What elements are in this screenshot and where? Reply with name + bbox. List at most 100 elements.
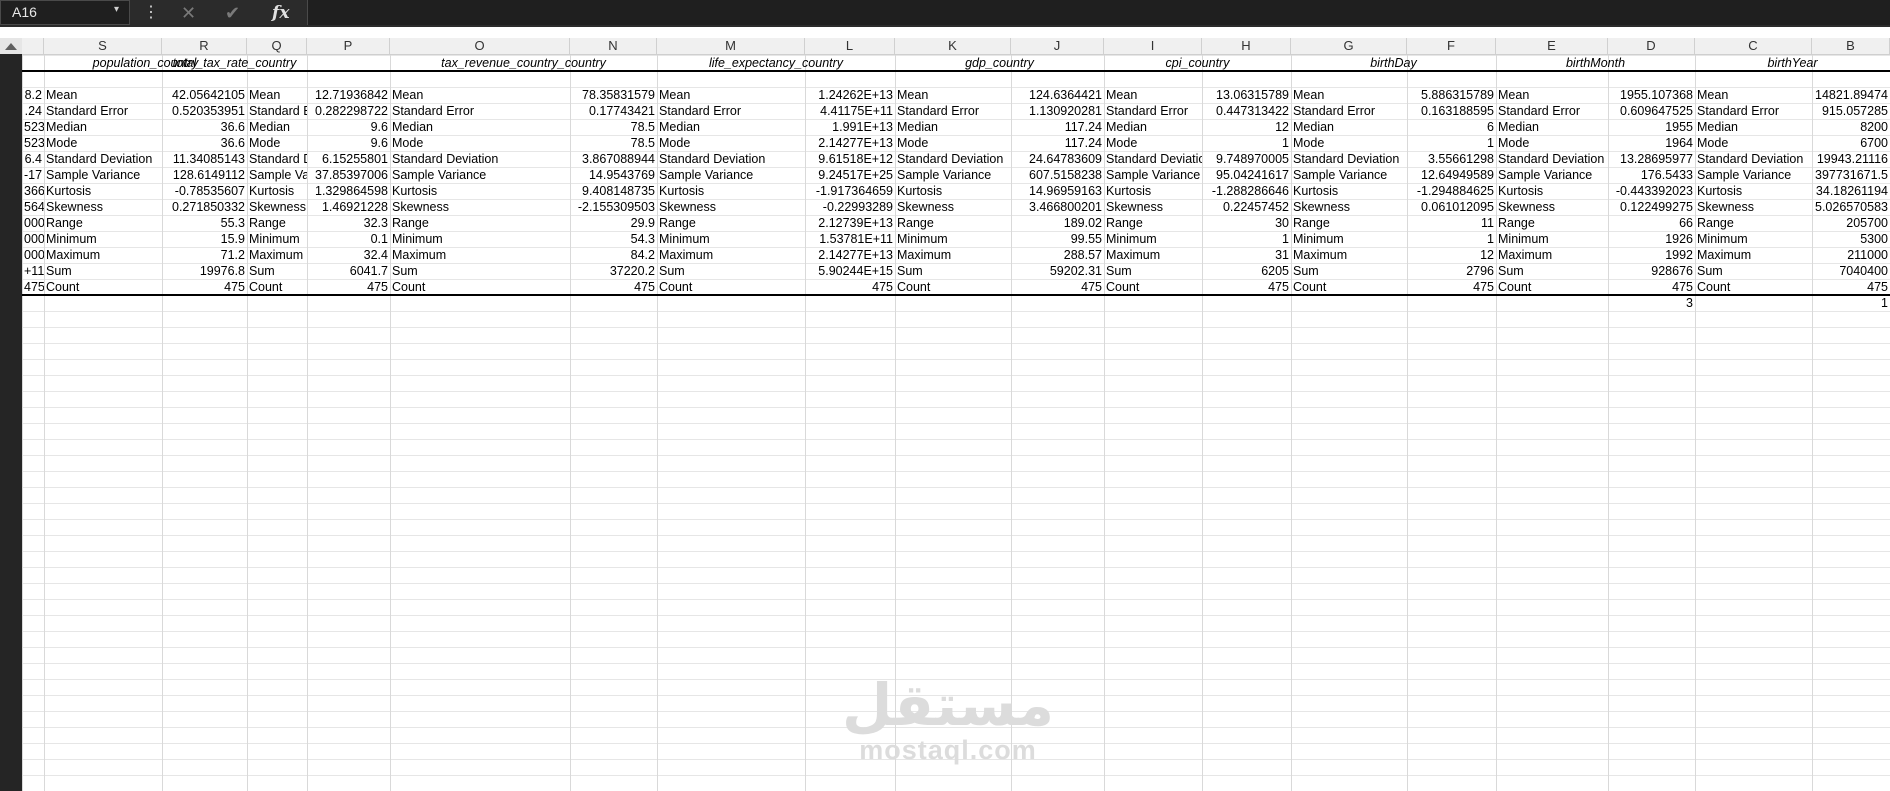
stat-label-cell[interactable]: Standard Deviation [895,151,1011,167]
stat-label-cell[interactable]: Kurtosis [1104,183,1202,199]
stat-value-cell[interactable]: 124.6364421 [1011,87,1104,103]
stat-value-cell[interactable]: 1955.107368 [1608,87,1695,103]
stat-value-cell[interactable]: 475 [307,279,390,295]
stat-label-cell[interactable]: Standard Error [1104,103,1202,119]
stat-label-cell[interactable]: Count [390,279,570,295]
stat-label-cell[interactable]: Standard Deviation [1695,151,1812,167]
stat-label-cell[interactable]: Range [657,215,805,231]
stat-label-cell[interactable]: Count [657,279,805,295]
stat-label-cell[interactable]: Maximum [44,247,162,263]
stat-label-cell[interactable]: Skewness [1104,199,1202,215]
stat-label-cell[interactable]: Count [1695,279,1812,295]
clipped-value-cell[interactable]: +11 [22,263,44,279]
stat-value-cell[interactable]: 1 [1202,135,1291,151]
stat-value-cell[interactable]: 14821.89474 [1812,87,1890,103]
column-header-e[interactable]: E [1496,38,1608,54]
stat-value-cell[interactable]: 9.408148735 [570,183,657,199]
stat-label-cell[interactable]: Sum [1496,263,1608,279]
stat-label-cell[interactable]: Mean [1695,87,1812,103]
stat-label-cell[interactable]: Mode [1496,135,1608,151]
stat-value-cell[interactable]: 1.53781E+11 [805,231,895,247]
chevron-down-icon[interactable]: ▾ [114,4,119,15]
clipped-value-cell[interactable]: .24 [22,103,44,119]
extra-value-cell[interactable]: 3 [1608,295,1695,311]
stat-value-cell[interactable]: 11 [1407,215,1496,231]
clipped-value-cell[interactable]: 000 [22,231,44,247]
stat-value-cell[interactable]: 37220.2 [570,263,657,279]
stat-label-cell[interactable]: Standard Error [1496,103,1608,119]
stat-label-cell[interactable]: Maximum [1104,247,1202,263]
clipped-value-cell[interactable]: 366 [22,183,44,199]
stat-label-cell[interactable]: Count [1291,279,1407,295]
stat-value-cell[interactable]: 117.24 [1011,119,1104,135]
column-header-j[interactable]: J [1011,38,1104,54]
select-all-button[interactable] [0,38,23,54]
stat-label-cell[interactable]: Skewness [44,199,162,215]
column-header-l[interactable]: L [805,38,895,54]
stat-value-cell[interactable]: -0.443392023 [1608,183,1695,199]
stat-label-cell[interactable]: Range [1496,215,1608,231]
stat-value-cell[interactable]: 30 [1202,215,1291,231]
stat-label-cell[interactable]: Standard Error [44,103,162,119]
stat-value-cell[interactable]: 117.24 [1011,135,1104,151]
stat-value-cell[interactable]: 5.886315789 [1407,87,1496,103]
stat-label-cell[interactable]: Minimum [247,231,307,247]
stat-value-cell[interactable]: 1926 [1608,231,1695,247]
stat-value-cell[interactable]: 928676 [1608,263,1695,279]
stat-label-cell[interactable]: Skewness [1291,199,1407,215]
stat-value-cell[interactable]: 475 [1608,279,1695,295]
stat-value-cell[interactable]: 54.3 [570,231,657,247]
stat-label-cell[interactable]: Mode [44,135,162,151]
column-header-k[interactable]: K [895,38,1011,54]
column-header-p[interactable]: P [307,38,390,54]
stat-label-cell[interactable]: Maximum [1496,247,1608,263]
stat-label-cell[interactable]: Standard Deviation [44,151,162,167]
column-header-o[interactable]: O [390,38,570,54]
stat-value-cell[interactable]: 128.6149112 [162,167,247,183]
stat-value-cell[interactable]: 0.122499275 [1608,199,1695,215]
stat-value-cell[interactable]: 5300 [1812,231,1890,247]
stat-value-cell[interactable]: 5.90244E+15 [805,263,895,279]
stat-label-cell[interactable]: Maximum [247,247,307,263]
stat-label-cell[interactable]: Minimum [1496,231,1608,247]
column-header-g[interactable]: G [1291,38,1407,54]
stat-label-cell[interactable]: Maximum [1291,247,1407,263]
stat-value-cell[interactable]: 7040400 [1812,263,1890,279]
extra-value-cell[interactable]: 1 [1812,295,1890,311]
stat-value-cell[interactable]: 475 [1407,279,1496,295]
stat-value-cell[interactable]: 6205 [1202,263,1291,279]
stat-label-cell[interactable]: Sample Variance [657,167,805,183]
stat-label-cell[interactable]: Skewness [657,199,805,215]
column-title-cell[interactable]: total_tax_rate_country [162,55,307,71]
stat-label-cell[interactable]: Kurtosis [390,183,570,199]
stat-label-cell[interactable]: Median [44,119,162,135]
stat-value-cell[interactable]: 9.24517E+25 [805,167,895,183]
stat-value-cell[interactable]: 19943.21116 [1812,151,1890,167]
stat-value-cell[interactable]: -1.294884625 [1407,183,1496,199]
stat-label-cell[interactable]: Mean [247,87,307,103]
stat-label-cell[interactable]: Sample Variance [44,167,162,183]
stat-label-cell[interactable]: Mean [895,87,1011,103]
stat-label-cell[interactable]: Kurtosis [1496,183,1608,199]
stat-value-cell[interactable]: 2796 [1407,263,1496,279]
stat-label-cell[interactable]: Mode [657,135,805,151]
stat-label-cell[interactable]: Minimum [657,231,805,247]
stat-value-cell[interactable]: -1.288286646 [1202,183,1291,199]
stat-label-cell[interactable]: Mode [247,135,307,151]
stat-value-cell[interactable]: 29.9 [570,215,657,231]
stat-value-cell[interactable]: 1.130920281 [1011,103,1104,119]
stat-value-cell[interactable]: -2.155309503 [570,199,657,215]
stat-value-cell[interactable]: 0.609647525 [1608,103,1695,119]
stat-value-cell[interactable]: 24.64783609 [1011,151,1104,167]
stat-value-cell[interactable]: 475 [805,279,895,295]
stat-label-cell[interactable]: Sample Variance [895,167,1011,183]
stat-value-cell[interactable]: 9.748970005 [1202,151,1291,167]
stat-label-cell[interactable]: Sample Variance [1104,167,1202,183]
stat-value-cell[interactable]: 915.057285 [1812,103,1890,119]
stat-value-cell[interactable]: 32.4 [307,247,390,263]
column-title-cell[interactable]: gdp_country [895,55,1104,71]
stat-value-cell[interactable]: 475 [1812,279,1890,295]
stat-label-cell[interactable]: Sum [1695,263,1812,279]
stat-value-cell[interactable]: -0.22993289 [805,199,895,215]
stat-label-cell[interactable]: Median [247,119,307,135]
